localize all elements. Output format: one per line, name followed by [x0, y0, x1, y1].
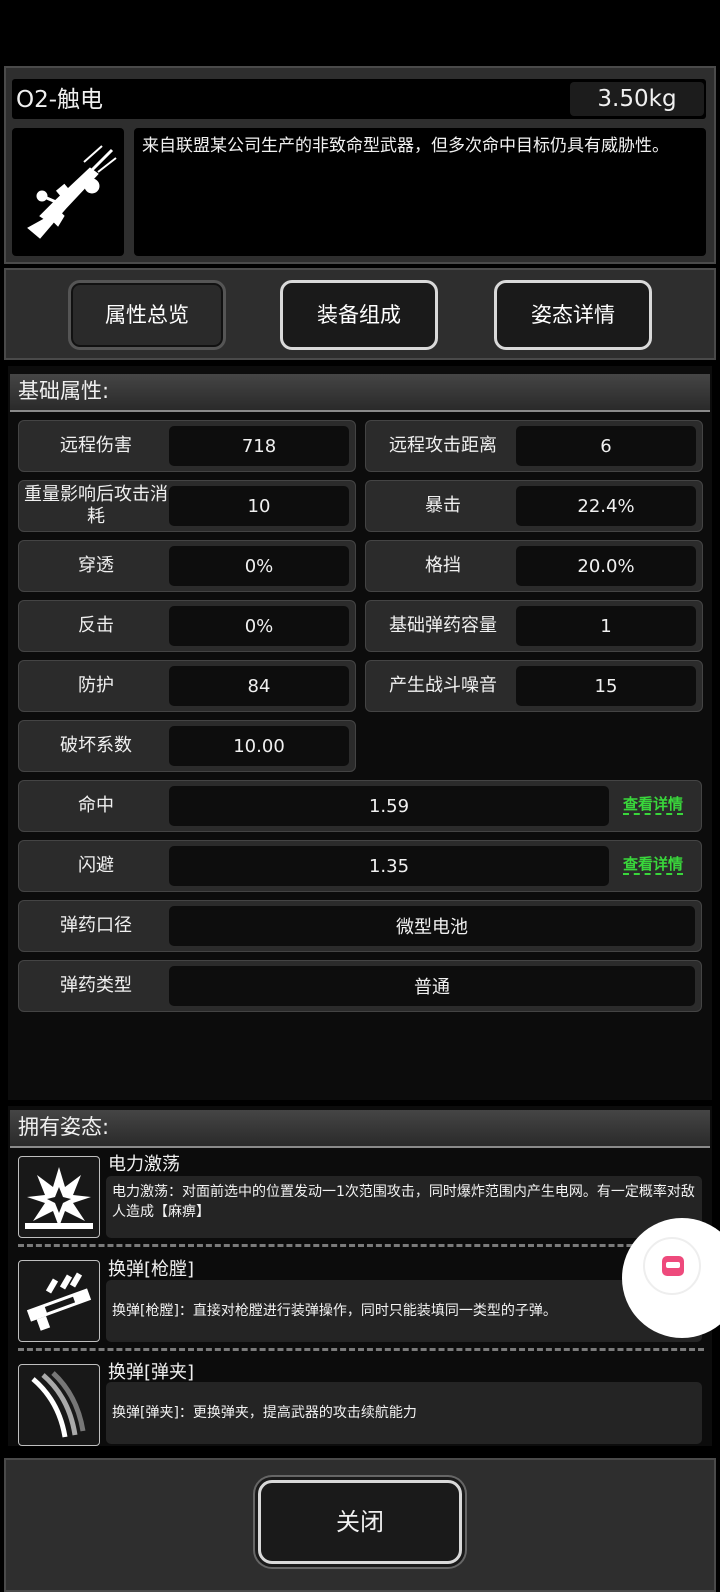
stat-cell: 暴击 22.4% [365, 480, 703, 532]
stat-label: 远程攻击距离 [389, 435, 497, 456]
stat-row-wide: 命中 1.59 查看详情 [18, 780, 702, 832]
stat-value: 718 [169, 426, 349, 466]
stat-value: 84 [169, 666, 349, 706]
stances-header: 拥有姿态: [10, 1110, 710, 1148]
stat-cell: 格挡 20.0% [365, 540, 703, 592]
app-badge-icon [643, 1237, 701, 1295]
stat-cell: 基础弹药容量 1 [365, 600, 703, 652]
stance-name-2: 换弹[枪膛] [108, 1259, 195, 1280]
stat-cell: 防护 84 [18, 660, 356, 712]
magazine-icon [18, 1364, 100, 1446]
view-details-link[interactable]: 查看详情 [623, 855, 684, 875]
stat-label: 闪避 [78, 855, 114, 876]
stat-label: 远程伤害 [60, 435, 132, 456]
stat-cell: 反击 0% [18, 600, 356, 652]
explosion-icon [18, 1156, 100, 1238]
stance-name-3: 换弹[弹夹] [108, 1362, 195, 1383]
stance-desc-3: 换弹[弹夹]：更换弹夹，提高武器的攻击续航能力 [106, 1382, 702, 1444]
stat-value: 1.59 [169, 786, 609, 826]
stat-value: 0% [169, 606, 349, 646]
stat-value: 22.4% [516, 486, 696, 526]
stat-label: 弹药类型 [60, 975, 132, 996]
stat-label: 破坏系数 [60, 735, 132, 756]
stat-label: 格挡 [425, 555, 461, 576]
stat-value: 1 [516, 606, 696, 646]
stat-value: 0% [169, 546, 349, 586]
weapon-name: O2-触电 [16, 87, 104, 113]
stat-label: 暴击 [425, 495, 461, 516]
chamber-reload-icon [18, 1260, 100, 1342]
stat-value: 15 [516, 666, 696, 706]
basic-attributes-header: 基础属性: [10, 374, 710, 412]
stat-label: 穿透 [78, 555, 114, 576]
weapon-icon-box [12, 128, 124, 256]
stat-label: 防护 [78, 675, 114, 696]
close-button[interactable]: 关闭 [258, 1480, 462, 1564]
stat-cell: 重量影响后攻击消耗 10 [18, 480, 356, 532]
stat-cell: 破坏系数 10.00 [18, 720, 356, 772]
weapon-weight: 3.50kg [570, 82, 704, 116]
stat-cell: 产生战斗噪音 15 [365, 660, 703, 712]
stat-value: 20.0% [516, 546, 696, 586]
stat-value: 1.35 [169, 846, 609, 886]
floating-assistant-button[interactable] [622, 1218, 720, 1338]
tab-attributes-overview[interactable]: 属性总览 [68, 280, 226, 350]
stat-value: 10.00 [169, 726, 349, 766]
stat-row-wide: 弹药类型 普通 [18, 960, 702, 1012]
stat-value: 微型电池 [169, 906, 695, 946]
stat-label: 命中 [78, 795, 114, 816]
stat-cell: 远程攻击距离 6 [365, 420, 703, 472]
stat-row-wide: 闪避 1.35 查看详情 [18, 840, 702, 892]
weapon-description: 来自联盟某公司生产的非致命型武器，但多次命中目标仍具有威胁性。 [134, 128, 706, 256]
stat-row-wide: 弹药口径 微型电池 [18, 900, 702, 952]
stat-cell: 穿透 0% [18, 540, 356, 592]
stat-label: 弹药口径 [60, 915, 132, 936]
stance-divider [18, 1348, 704, 1351]
view-details-link[interactable]: 查看详情 [623, 795, 684, 815]
stance-name-1: 电力激荡 [108, 1154, 180, 1175]
stance-desc-2: 换弹[枪膛]：直接对枪膛进行装弹操作，同时只能装填同一类型的子弹。 [106, 1280, 702, 1342]
stance-desc-1: 电力激荡：对面前选中的位置发动一1次范围攻击，同时爆炸范围内产生电网。有一定概率… [106, 1176, 702, 1238]
rifle-icon [27, 145, 117, 239]
stat-label: 基础弹药容量 [389, 615, 497, 636]
stat-label: 重量影响后攻击消耗 [24, 484, 168, 527]
stat-value: 普通 [169, 966, 695, 1006]
tab-equipment-composition[interactable]: 装备组成 [280, 280, 438, 350]
stat-value: 10 [169, 486, 349, 526]
stat-label: 产生战斗噪音 [389, 675, 497, 696]
tab-stance-details[interactable]: 姿态详情 [494, 280, 652, 350]
stat-label: 反击 [78, 615, 114, 636]
stat-cell: 远程伤害 718 [18, 420, 356, 472]
stat-value: 6 [516, 426, 696, 466]
stance-divider [18, 1244, 704, 1247]
